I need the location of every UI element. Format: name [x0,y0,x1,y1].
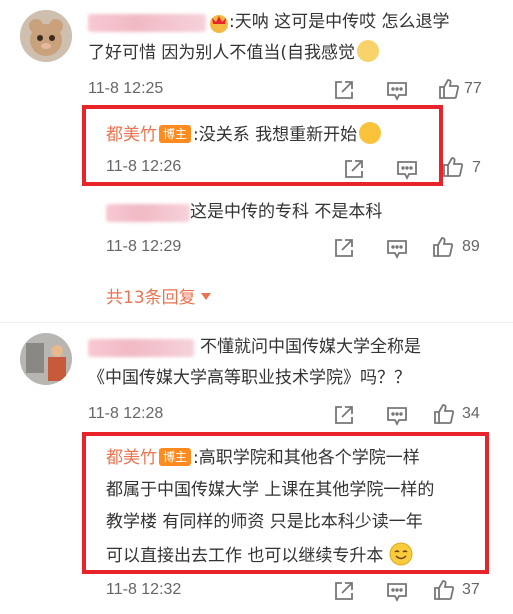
more-replies-link[interactable]: 共13条回复 [106,283,211,308]
blogger-badge: 博主 [159,448,192,466]
comment-icon[interactable] [396,159,418,181]
comment-icon[interactable] [386,405,408,427]
comment-text-line2: 了好可惜 因为别人不值当(自我感觉 [88,40,380,66]
smile-emoji [389,542,413,566]
like-icon[interactable] [432,236,454,258]
like-icon[interactable] [433,403,455,425]
like-icon[interactable] [433,579,455,601]
blogger-badge: 博主 [159,125,192,143]
comment-text-line1: :天呐 这可是中传哎 怎么退学 [229,12,450,32]
reply-text-line2: 都属于中国传媒大学 上课在其他学院一样的 [106,480,435,500]
like-count: 89 [462,238,480,255]
kiss-emoji [359,122,382,144]
share-icon[interactable] [333,580,355,602]
comment-time: 11-8 12:25 [88,80,164,97]
comment-icon[interactable] [386,581,408,603]
username-blurred[interactable] [88,14,206,32]
share-icon[interactable] [333,404,355,426]
like-count: 34 [462,405,480,422]
reply-text-line1: 都美竹 博主:高职学院和其他各个学院一样 [106,448,420,468]
reply-author[interactable]: 都美竹 [106,125,157,145]
dropdown-triangle-icon [200,293,211,301]
reply-time: 11-8 12:26 [106,158,182,175]
avatar[interactable] [20,10,72,62]
comment-icon[interactable] [386,80,408,102]
like-icon[interactable] [438,78,460,100]
comment-text-line2: 《中国传媒大学高等职业技术学院》吗？？ [88,368,411,388]
reply-time: 11-8 12:32 [106,581,182,598]
cat-emoji [357,40,380,62]
like-count: 37 [462,581,480,598]
comment-text-line1: 不懂就问中国传媒大学全称是 [200,337,421,357]
avatar[interactable] [20,333,72,385]
crown-emoji [208,12,230,34]
like-count: 7 [472,159,481,176]
reply-time: 11-8 12:29 [106,238,182,255]
comment-time: 11-8 12:28 [88,405,164,422]
reply-text: 这是中传的专科 不是本科 [190,202,383,222]
comment-icon[interactable] [386,238,408,260]
reply-text: 都美竹 博主:没关系 我想重新开始 [106,122,382,148]
username-blurred[interactable] [106,204,190,222]
reply-author[interactable]: 都美竹 [106,448,157,468]
more-replies-label: 共13条回复 [106,288,196,308]
username-blurred[interactable] [88,339,194,357]
share-icon[interactable] [333,79,355,101]
like-count: 77 [464,80,482,97]
share-icon[interactable] [343,158,365,180]
like-icon[interactable] [442,156,464,178]
divider [0,322,513,323]
reply-text-line3: 教学楼 有同样的师资 只是比本科少读一年 [106,512,423,532]
reply-text-line4: 可以直接出去工作 也可以继续专升本 [106,542,413,569]
share-icon[interactable] [333,237,355,259]
